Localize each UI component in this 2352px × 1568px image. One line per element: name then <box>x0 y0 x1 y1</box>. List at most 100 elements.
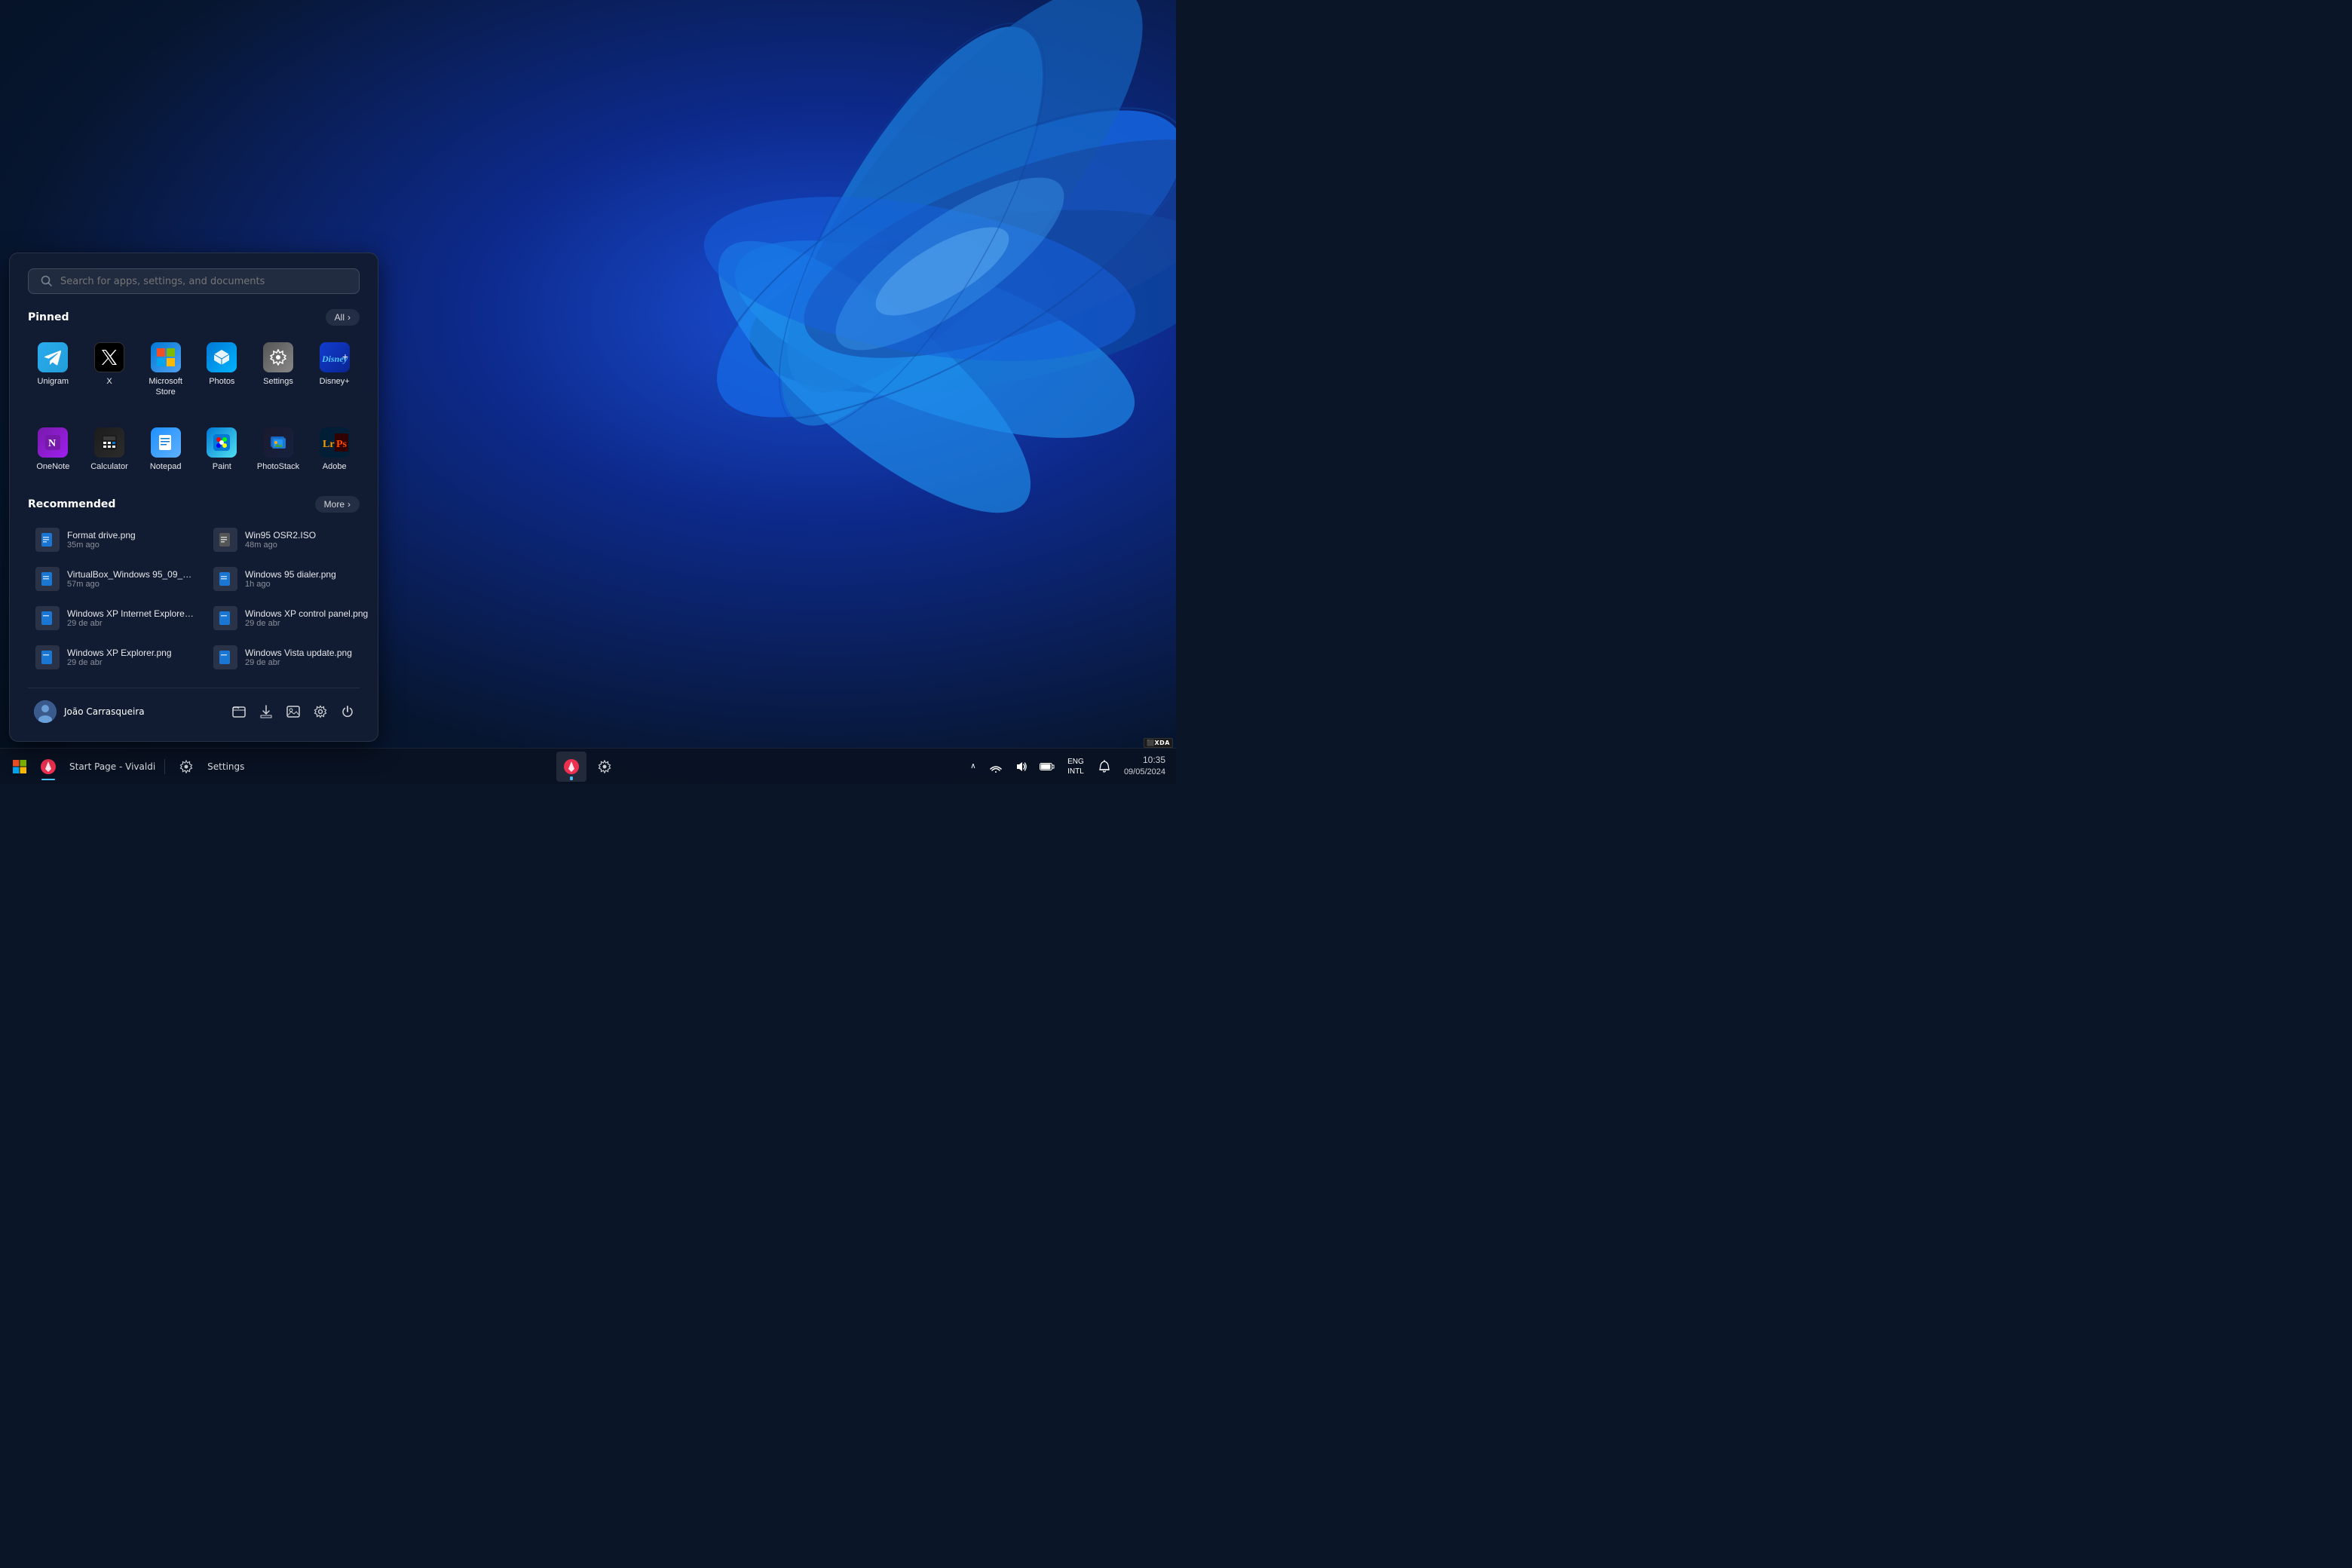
downloads-button[interactable] <box>254 700 278 724</box>
calculator-label: Calculator <box>90 462 128 472</box>
power-button[interactable] <box>335 700 360 724</box>
settings-footer-icon <box>314 705 327 718</box>
rec-file-icon-4 <box>35 606 60 630</box>
active-underline <box>41 779 55 780</box>
network-button[interactable] <box>985 755 1006 779</box>
taskbar-vivaldi[interactable] <box>556 752 586 782</box>
rec-time-6: 29 de abr <box>67 658 172 667</box>
notification-icon <box>1098 760 1110 773</box>
recommended-grid: Format drive.png 35m ago Win95 OSR2.ISO … <box>28 522 360 675</box>
notepad-label: Notepad <box>150 462 182 472</box>
rec-item-0[interactable]: Format drive.png 35m ago <box>28 522 203 558</box>
rec-file-icon-7 <box>213 645 237 669</box>
tray-chevron-button[interactable]: ∧ <box>966 753 981 780</box>
recommended-header: Recommended More › <box>28 496 360 513</box>
disney-plus-label: Disney+ <box>320 377 350 387</box>
rec-item-3[interactable]: Windows 95 dialer.png 1h ago <box>206 561 375 597</box>
all-button[interactable]: All › <box>326 309 360 326</box>
pinned-title: Pinned <box>28 311 69 323</box>
battery-button[interactable] <box>1037 755 1058 779</box>
rec-file-icon-6 <box>35 645 60 669</box>
rec-item-7[interactable]: Windows Vista update.png 29 de abr <box>206 639 375 675</box>
download-icon <box>259 705 273 718</box>
onenote-icon: N <box>38 427 68 458</box>
volume-icon <box>1015 761 1027 773</box>
rec-name-4: Windows XP Internet Explorer.png <box>67 608 195 619</box>
taskbar-vivaldi-pinned[interactable] <box>33 752 63 782</box>
msstore-label: Microsoft Store <box>143 377 188 397</box>
app-notepad[interactable]: Notepad <box>140 421 191 478</box>
more-button[interactable]: More › <box>315 496 360 513</box>
rec-item-5[interactable]: Windows XP control panel.png 29 de abr <box>206 600 375 636</box>
rec-time-2: 57m ago <box>67 580 195 589</box>
svg-text:Ps: Ps <box>336 439 348 450</box>
start-menu: Pinned All › Unigram <box>9 253 378 742</box>
user-name-label: João Carrasqueira <box>64 706 145 717</box>
file-explorer-button[interactable] <box>227 700 251 724</box>
taskbar-settings-app[interactable] <box>590 752 620 782</box>
rec-item-2[interactable]: VirtualBox_Windows 95_09_05_202... 57m a… <box>28 561 203 597</box>
app-settings[interactable]: Settings <box>253 336 304 403</box>
rec-name-1: Win95 OSR2.ISO <box>245 530 316 541</box>
pinned-grid-row2: N OneNote <box>28 421 360 478</box>
search-bar[interactable] <box>28 268 360 294</box>
rec-file-icon-2 <box>35 567 60 591</box>
language-button[interactable]: ENG INTL <box>1062 755 1089 779</box>
x-icon <box>94 342 124 372</box>
rec-file-icon-1 <box>213 528 237 552</box>
app-adobe[interactable]: Lr Ps Adobe <box>309 421 360 478</box>
svg-text:Lr: Lr <box>323 439 335 450</box>
start-button[interactable] <box>6 753 33 780</box>
rec-name-2: VirtualBox_Windows 95_09_05_202... <box>67 569 195 580</box>
settings-footer-button[interactable] <box>308 700 332 724</box>
language-display: ENG INTL <box>1067 757 1084 776</box>
calculator-icon <box>94 427 124 458</box>
rec-info-4: Windows XP Internet Explorer.png 29 de a… <box>67 608 195 628</box>
rec-time-3: 1h ago <box>245 580 336 589</box>
xda-badge: ⬛XDA <box>1144 738 1173 748</box>
rec-item-6[interactable]: Windows XP Explorer.png 29 de abr <box>28 639 203 675</box>
battery-icon <box>1040 762 1055 771</box>
svg-text:+: + <box>342 352 348 363</box>
app-paint[interactable]: Paint <box>197 421 247 478</box>
app-unigram[interactable]: Unigram <box>28 336 78 403</box>
search-icon <box>41 275 53 287</box>
rec-item-1[interactable]: Win95 OSR2.ISO 48m ago <box>206 522 375 558</box>
onenote-label: OneNote <box>36 462 69 472</box>
vivaldi-app-label[interactable]: Start Page - Vivaldi <box>66 761 158 772</box>
user-info[interactable]: João Carrasqueira <box>28 697 151 726</box>
pinned-header: Pinned All › <box>28 309 360 326</box>
photos-icon <box>207 342 237 372</box>
layout-label: INTL <box>1067 767 1084 776</box>
rec-info-0: Format drive.png 35m ago <box>67 530 136 550</box>
settings-app-label[interactable]: Settings <box>204 761 247 772</box>
rec-info-2: VirtualBox_Windows 95_09_05_202... 57m a… <box>67 569 195 589</box>
clock-button[interactable]: 10:35 09/05/2024 <box>1119 755 1170 779</box>
footer-actions <box>227 700 360 724</box>
vivaldi-taskbar-icon <box>40 758 57 775</box>
rec-item-4[interactable]: Windows XP Internet Explorer.png 29 de a… <box>28 600 203 636</box>
photos-label: Photos <box>209 377 234 387</box>
app-calculator[interactable]: Calculator <box>84 421 135 478</box>
app-x[interactable]: X <box>84 336 135 403</box>
x-label: X <box>106 377 112 387</box>
paint-icon <box>207 427 237 458</box>
chevron-up-icon: ∧ <box>970 762 975 770</box>
clock-time: 10:35 <box>1143 754 1165 767</box>
app-photos[interactable]: Photos <box>197 336 247 403</box>
pictures-button[interactable] <box>281 700 305 724</box>
app-onenote[interactable]: N OneNote <box>28 421 78 478</box>
rec-time-0: 35m ago <box>67 541 136 550</box>
search-input[interactable] <box>60 276 347 287</box>
taskbar-settings-app-pinned[interactable] <box>171 752 201 782</box>
notification-button[interactable] <box>1094 755 1115 779</box>
app-photostack[interactable]: PhotoStack <box>253 421 304 478</box>
adobe-label: Adobe <box>323 462 347 472</box>
volume-button[interactable] <box>1011 755 1032 779</box>
user-avatar <box>34 700 57 723</box>
clock-date: 09/05/2024 <box>1124 767 1165 778</box>
rec-info-5: Windows XP control panel.png 29 de abr <box>245 608 368 628</box>
app-disney-plus[interactable]: Disney + Disney+ <box>309 336 360 403</box>
app-microsoft-store[interactable]: Microsoft Store <box>140 336 191 403</box>
rec-file-icon-3 <box>213 567 237 591</box>
